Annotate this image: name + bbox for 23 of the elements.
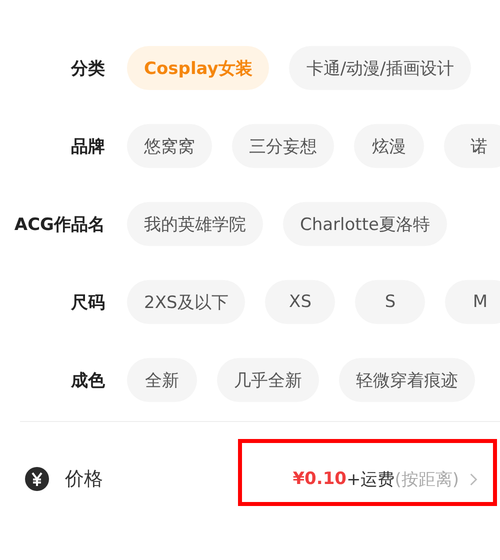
price-label: 价格 bbox=[65, 467, 103, 492]
option-chip[interactable]: S bbox=[355, 280, 426, 324]
filter-label: 尺码 bbox=[70, 292, 105, 314]
chevron-icon bbox=[469, 472, 478, 486]
filter-label: 品牌 bbox=[70, 136, 105, 158]
option-chip[interactable]: XS bbox=[265, 280, 336, 324]
option-chip[interactable]: 三分妄想 bbox=[232, 124, 334, 168]
option-chip[interactable]: 悠窝窝 bbox=[127, 124, 212, 168]
option-chip[interactable]: 诺 bbox=[444, 124, 500, 168]
option-chip[interactable]: 几乎全新 bbox=[217, 358, 319, 402]
option-chip[interactable]: Charlotte夏洛特 bbox=[283, 202, 447, 246]
option-chip[interactable]: 卡通/动漫/插画设计 bbox=[289, 46, 471, 90]
option-chip[interactable]: 我的英雄学院 bbox=[127, 202, 263, 246]
option-chip[interactable]: 炫漫 bbox=[354, 124, 424, 168]
yen-icon bbox=[25, 467, 49, 491]
filter-label: 分类 bbox=[70, 58, 105, 80]
option-chip[interactable]: 轻微穿着痕迹 bbox=[339, 358, 475, 402]
option-chip[interactable]: 2XS及以下 bbox=[127, 280, 246, 324]
filter-label: 成色 bbox=[70, 370, 105, 392]
price-value-link[interactable]: ¥0.10+运费(按距离) bbox=[292, 468, 478, 490]
filter-label: ACG作品名 bbox=[13, 214, 105, 236]
option-chip[interactable]: 全新 bbox=[127, 358, 197, 402]
option-chip[interactable]: M bbox=[445, 280, 500, 324]
